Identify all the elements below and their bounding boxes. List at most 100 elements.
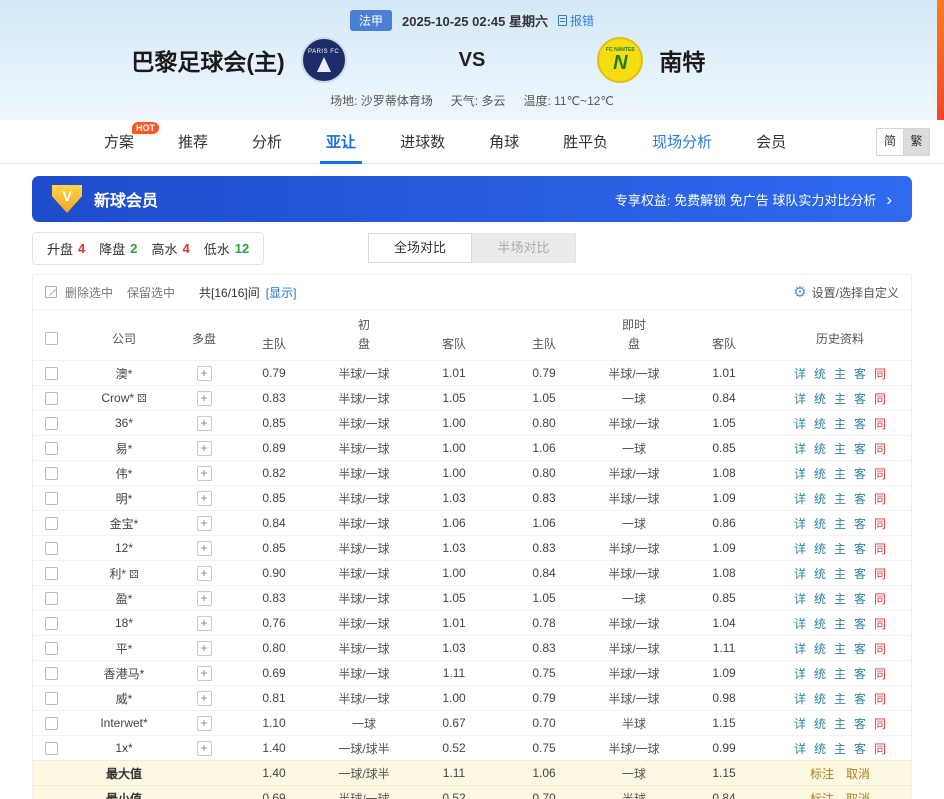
history-link-详[interactable]: 详 [794, 517, 806, 531]
company-name[interactable]: 12* [115, 541, 133, 555]
company-name[interactable]: 金宝* [110, 517, 139, 531]
history-link-详[interactable]: 详 [794, 417, 806, 431]
tab-胜平负[interactable]: 胜平负 [563, 120, 608, 164]
history-link-详[interactable]: 详 [794, 717, 806, 731]
history-link-统[interactable]: 统 [814, 367, 826, 381]
history-link-统[interactable]: 统 [814, 617, 826, 631]
tab-现场分析[interactable]: 现场分析 [652, 120, 712, 164]
row-checkbox[interactable] [45, 717, 58, 730]
history-link-主[interactable]: 主 [834, 492, 846, 506]
row-checkbox[interactable] [45, 542, 58, 555]
lang-traditional-button[interactable]: 繁 [903, 129, 929, 155]
history-link-客[interactable]: 客 [854, 367, 866, 381]
history-link-统[interactable]: 统 [814, 542, 826, 556]
company-name[interactable]: 伟* [116, 467, 133, 481]
history-link-同[interactable]: 同 [874, 492, 886, 506]
settings-control[interactable]: ⚙ 设置/选择自定义 [793, 283, 899, 301]
history-link-统[interactable]: 统 [814, 492, 826, 506]
cancel-link[interactable]: 取消 [846, 792, 870, 799]
history-link-客[interactable]: 客 [854, 492, 866, 506]
history-link-客[interactable]: 客 [854, 542, 866, 556]
history-link-客[interactable]: 客 [854, 592, 866, 606]
history-link-统[interactable]: 统 [814, 742, 826, 756]
history-link-同[interactable]: 同 [874, 392, 886, 406]
history-link-同[interactable]: 同 [874, 567, 886, 581]
row-checkbox[interactable] [45, 617, 58, 630]
history-link-客[interactable]: 客 [854, 642, 866, 656]
row-checkbox[interactable] [45, 592, 58, 605]
history-link-主[interactable]: 主 [834, 517, 846, 531]
history-link-主[interactable]: 主 [834, 642, 846, 656]
history-link-统[interactable]: 统 [814, 692, 826, 706]
history-link-详[interactable]: 详 [794, 617, 806, 631]
company-name[interactable]: 盈* [116, 592, 133, 606]
row-checkbox[interactable] [45, 742, 58, 755]
company-name[interactable]: 易* [116, 442, 133, 456]
history-link-详[interactable]: 详 [794, 442, 806, 456]
company-name[interactable]: 澳* [116, 367, 133, 381]
tab-分析[interactable]: 分析 [252, 120, 282, 164]
history-link-统[interactable]: 统 [814, 392, 826, 406]
expand-multi-button[interactable]: + [197, 566, 212, 581]
row-checkbox[interactable] [45, 417, 58, 430]
row-checkbox[interactable] [45, 567, 58, 580]
history-link-统[interactable]: 统 [814, 442, 826, 456]
history-link-主[interactable]: 主 [834, 717, 846, 731]
history-link-同[interactable]: 同 [874, 617, 886, 631]
history-link-同[interactable]: 同 [874, 692, 886, 706]
row-checkbox[interactable] [45, 492, 58, 505]
expand-multi-button[interactable]: + [197, 416, 212, 431]
history-link-客[interactable]: 客 [854, 692, 866, 706]
tab-进球数[interactable]: 进球数 [400, 120, 445, 164]
company-name[interactable]: 明* [116, 492, 133, 506]
history-link-详[interactable]: 详 [794, 642, 806, 656]
company-name[interactable]: 36* [115, 416, 133, 430]
company-name[interactable]: 香港马* [104, 667, 145, 681]
tab-会员[interactable]: 会员 [756, 120, 786, 164]
history-link-统[interactable]: 统 [814, 642, 826, 656]
tab-推荐[interactable]: 推荐 [178, 120, 208, 164]
history-link-主[interactable]: 主 [834, 567, 846, 581]
history-link-详[interactable]: 详 [794, 392, 806, 406]
expand-multi-button[interactable]: + [197, 466, 212, 481]
company-name[interactable]: Crow* [101, 391, 134, 405]
expand-multi-button[interactable]: + [197, 641, 212, 656]
report-error-link[interactable]: 报错 [558, 12, 594, 29]
history-link-主[interactable]: 主 [834, 592, 846, 606]
vip-banner[interactable]: V 新球会员 专享权益: 免费解锁 免广告 球队实力对比分析 › [32, 176, 912, 222]
history-link-统[interactable]: 统 [814, 417, 826, 431]
row-checkbox[interactable] [45, 467, 58, 480]
history-link-详[interactable]: 详 [794, 542, 806, 556]
company-name[interactable]: 利* [109, 567, 126, 581]
history-link-客[interactable]: 客 [854, 667, 866, 681]
history-link-详[interactable]: 详 [794, 592, 806, 606]
history-link-同[interactable]: 同 [874, 642, 886, 656]
history-link-客[interactable]: 客 [854, 617, 866, 631]
history-link-详[interactable]: 详 [794, 367, 806, 381]
expand-multi-button[interactable]: + [197, 516, 212, 531]
mark-link[interactable]: 标注 [810, 792, 834, 799]
history-link-详[interactable]: 详 [794, 567, 806, 581]
history-link-同[interactable]: 同 [874, 592, 886, 606]
history-link-客[interactable]: 客 [854, 467, 866, 481]
expand-multi-button[interactable]: + [197, 391, 212, 406]
history-link-详[interactable]: 详 [794, 667, 806, 681]
history-link-详[interactable]: 详 [794, 742, 806, 756]
history-link-客[interactable]: 客 [854, 567, 866, 581]
history-link-客[interactable]: 客 [854, 442, 866, 456]
history-link-详[interactable]: 详 [794, 692, 806, 706]
delete-selected-button[interactable]: 删除选中 [65, 284, 113, 301]
history-link-主[interactable]: 主 [834, 692, 846, 706]
company-name[interactable]: 1x* [115, 741, 132, 755]
expand-multi-button[interactable]: + [197, 666, 212, 681]
history-link-统[interactable]: 统 [814, 517, 826, 531]
row-checkbox[interactable] [45, 692, 58, 705]
half-match-toggle[interactable]: 半场对比 [472, 233, 576, 263]
row-checkbox[interactable] [45, 642, 58, 655]
expand-multi-button[interactable]: + [197, 741, 212, 756]
row-checkbox[interactable] [45, 367, 58, 380]
history-link-客[interactable]: 客 [854, 742, 866, 756]
row-checkbox[interactable] [45, 517, 58, 530]
history-link-主[interactable]: 主 [834, 742, 846, 756]
expand-multi-button[interactable]: + [197, 716, 212, 731]
